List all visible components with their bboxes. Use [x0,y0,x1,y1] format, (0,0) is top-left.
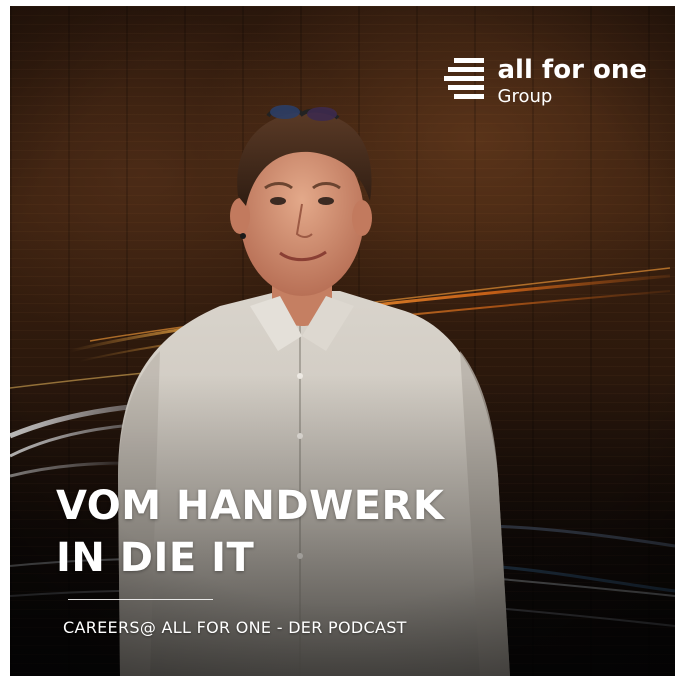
podcast-cover: all for one Group VOM HANDWERK IN DIE IT… [10,6,675,676]
episode-title-line-1: VOM HANDWERK [56,483,445,529]
episode-title-line-2: IN DIE IT [56,535,255,581]
logo-name: all for one [497,55,647,85]
podcast-name: CAREERS@ ALL FOR ONE - DER PODCAST [63,618,407,637]
brand-logo: all for one Group [443,55,647,108]
stacked-bars-logo-icon [443,58,484,99]
divider-line [68,599,213,600]
logo-subtitle: Group [497,86,553,107]
episode-title: VOM HANDWERK IN DIE IT [56,480,444,584]
